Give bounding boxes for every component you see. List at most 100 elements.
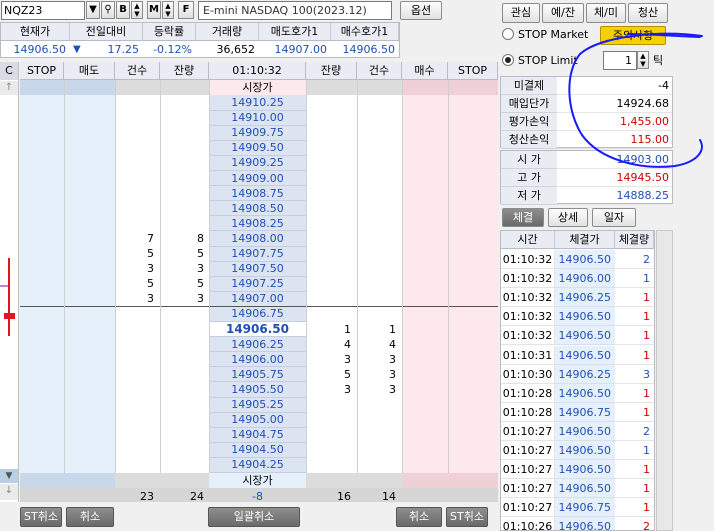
bid-qty: 4 <box>344 337 351 351</box>
side-tab-1[interactable]: 예/잔 <box>542 3 584 23</box>
ohl-value: 14888.25 <box>557 187 672 205</box>
price-level[interactable]: 14907.25 <box>209 276 306 291</box>
grid-vline <box>160 80 161 485</box>
price-level[interactable]: 14908.75 <box>209 186 306 201</box>
position-label: 미결제 <box>501 77 557 95</box>
trade-scrollbar[interactable] <box>656 230 673 531</box>
price-level[interactable]: 14909.25 <box>209 155 306 170</box>
price-level[interactable]: 14909.50 <box>209 140 306 155</box>
trade-qty: 1 <box>615 384 654 403</box>
scroll-down-button[interactable]: ▼ <box>0 469 18 483</box>
grid-header-0: STOP <box>20 62 64 80</box>
buy-stop-market-cell-bottom <box>448 472 498 488</box>
position-table: 미결제 -4 매입단가 14924.68 평가손익 1,455.00 청산손익 115.00 <box>500 76 673 149</box>
ask-qty: 8 <box>197 231 204 245</box>
m-spinner[interactable]: ▲ ▼ <box>162 1 174 19</box>
f-button[interactable]: F <box>178 1 194 19</box>
price-level[interactable]: 14908.25 <box>209 216 306 231</box>
trade-price: 14906.75 <box>555 498 615 518</box>
position-value: 115.00 <box>557 131 672 149</box>
price-level[interactable]: 14904.25 <box>209 457 306 472</box>
bid-count: 1 <box>389 322 396 336</box>
ohl-label: 저 가 <box>501 187 557 205</box>
m-button[interactable]: M <box>147 1 161 19</box>
st-cancel-sell-button[interactable]: ST취소 <box>20 507 62 527</box>
price-level[interactable]: 14904.50 <box>209 442 306 457</box>
position-value: 14924.68 <box>557 95 672 113</box>
price-level[interactable]: 14906.75 <box>209 306 306 321</box>
cancel-all-button[interactable]: 일괄취소 <box>208 507 300 527</box>
product-name: E-mini NASDAQ 100(2023.12) <box>198 1 392 20</box>
price-level[interactable]: 14909.00 <box>209 171 306 186</box>
trade-qty: 1 <box>615 441 654 460</box>
trade-time: 01:10:32 <box>501 250 555 269</box>
trade-qty: 1 <box>615 326 654 346</box>
search-icon: ⚲ <box>104 4 112 15</box>
price-level[interactable]: 14905.75 <box>209 367 306 382</box>
corner-button[interactable]: C <box>0 62 18 80</box>
position-label: 매입단가 <box>501 95 557 113</box>
tick-spinner[interactable]: ▲ ▼ <box>637 51 649 69</box>
notice-button[interactable]: 주의사항 <box>600 26 666 45</box>
quote-header-3: 거래량 <box>196 23 259 40</box>
side-tab-0[interactable]: 관심 <box>502 3 540 23</box>
grid-header-2: 건수 <box>115 62 160 80</box>
cancel-sell-button[interactable]: 취소 <box>66 507 114 527</box>
ohl-table: 시 가 14903.00 고 가 14945.50 저 가 14888.25 <box>500 150 673 205</box>
market-price-bottom[interactable]: 시장가 <box>209 473 306 488</box>
b-button[interactable]: B <box>116 1 130 19</box>
price-level[interactable]: 14905.25 <box>209 397 306 412</box>
stop-limit-radio[interactable] <box>502 54 514 66</box>
market-price-top[interactable]: 시장가 <box>209 80 306 95</box>
trade-header-2: 체결량 <box>615 231 654 249</box>
trade-tab-0[interactable]: 체결 <box>502 208 544 227</box>
search-button[interactable]: ⚲ <box>101 1 115 19</box>
price-level[interactable]: 14907.50 <box>209 261 306 276</box>
price-level[interactable]: 14904.75 <box>209 427 306 442</box>
position-value: 1,455.00 <box>557 113 672 131</box>
scroll-bottom-button[interactable]: ↓ <box>0 484 18 500</box>
cancel-buy-button[interactable]: 취소 <box>396 507 442 527</box>
trade-tab-2[interactable]: 일자 <box>592 208 636 227</box>
price-level[interactable]: 14910.00 <box>209 110 306 125</box>
price-level[interactable]: 14906.00 <box>209 352 306 367</box>
scroll-up-button[interactable]: ↑ <box>0 81 18 95</box>
buy-stop-column <box>448 80 498 480</box>
quote-rate: -0.12% <box>153 43 192 56</box>
bid-qty: 3 <box>344 382 351 396</box>
price-level[interactable]: 14909.75 <box>209 125 306 140</box>
grid-vline <box>448 80 449 485</box>
price-level[interactable]: 14910.25 <box>209 95 306 110</box>
side-tab-2[interactable]: 체/미 <box>586 3 626 23</box>
trade-time: 01:10:27 <box>501 479 555 499</box>
trade-time: 01:10:26 <box>501 517 555 530</box>
symbol-input[interactable]: NQZ23 <box>1 1 85 20</box>
trade-qty: 2 <box>615 422 654 441</box>
tick-input[interactable]: 1 <box>603 51 637 70</box>
trade-qty: 3 <box>615 365 654 384</box>
buy-order-column <box>402 80 448 480</box>
sell-market-cell-bottom <box>64 472 115 488</box>
quote-change-arrow: ▼ <box>73 44 81 55</box>
price-level[interactable]: 14908.50 <box>209 201 306 216</box>
trade-qty: 1 <box>615 288 654 308</box>
tick-unit-label: 틱 <box>653 54 664 67</box>
price-level[interactable]: 14906.50 <box>209 321 306 337</box>
st-cancel-buy-button[interactable]: ST취소 <box>446 507 488 527</box>
price-level[interactable]: 14905.50 <box>209 382 306 397</box>
price-level[interactable]: 14907.00 <box>209 291 306 306</box>
symbol-dropdown-button[interactable]: ▼ <box>86 1 100 19</box>
side-tab-3[interactable]: 청산 <box>628 3 668 23</box>
trade-time: 01:10:30 <box>501 364 555 384</box>
trade-qty: 1 <box>615 460 654 480</box>
price-level[interactable]: 14905.00 <box>209 412 306 427</box>
bid-count: 3 <box>389 382 396 396</box>
price-level[interactable]: 14908.00 <box>209 231 306 246</box>
trade-tab-1[interactable]: 상세 <box>548 208 588 227</box>
stop-market-radio[interactable] <box>502 28 514 40</box>
b-spinner[interactable]: ▲ ▼ <box>131 1 143 19</box>
price-level[interactable]: 14907.75 <box>209 246 306 261</box>
arrow-up-icon: ▲ <box>165 2 171 10</box>
price-level[interactable]: 14906.25 <box>209 337 306 352</box>
options-button[interactable]: 옵션 <box>400 1 442 20</box>
